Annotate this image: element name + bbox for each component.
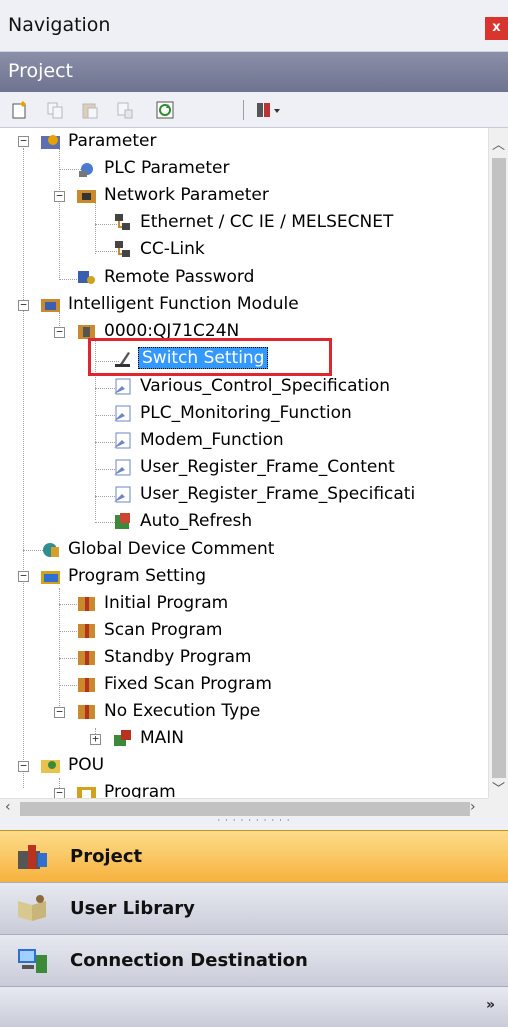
pane-splitter[interactable]: · · · · · · · · · · — [0, 817, 508, 830]
tab-connection-destination[interactable]: Connection Destination — [0, 934, 508, 986]
setting-icon — [114, 378, 131, 395]
tab-project[interactable]: Project — [0, 830, 508, 882]
scrollbar-corner — [488, 798, 508, 818]
pou-folder-icon — [41, 760, 60, 773]
module-folder-icon — [41, 299, 60, 312]
vertical-scrollbar[interactable]: ︿ ﹀ — [488, 128, 508, 798]
collapse-toggle[interactable]: − — [54, 706, 65, 718]
network-node-icon — [115, 241, 130, 257]
project-panel-header: Project — [0, 52, 508, 92]
tab-user-library[interactable]: User Library — [0, 882, 508, 934]
collapse-toggle[interactable]: − — [18, 570, 29, 582]
collapse-toggle[interactable]: − — [54, 326, 65, 338]
setting-icon — [114, 405, 131, 422]
parameter-folder-icon — [41, 135, 60, 149]
network-folder-icon — [77, 190, 96, 203]
setting-icon — [114, 486, 131, 503]
scroll-down-icon[interactable]: ﹀ — [492, 778, 505, 797]
expand-toggle[interactable]: + — [90, 733, 101, 745]
tree-line — [59, 588, 60, 718]
program-icon — [78, 624, 95, 638]
setting-icon — [114, 432, 131, 449]
window-title: Navigation — [8, 14, 111, 36]
pou-program-icon — [77, 787, 96, 798]
scroll-left-icon[interactable]: ‹ — [5, 799, 11, 815]
chevron-down-icon[interactable]: » — [486, 997, 495, 1013]
new-data-icon[interactable] — [10, 100, 30, 120]
horizontal-scrollbar[interactable]: ‹ › — [0, 798, 488, 818]
navigation-toolbar — [0, 92, 508, 128]
main-program-icon — [114, 730, 131, 746]
plc-parameter-icon — [79, 163, 93, 177]
user-library-icon — [18, 895, 46, 921]
collapse-toggle[interactable]: − — [54, 190, 65, 202]
tree-line — [59, 148, 60, 280]
vertical-scroll-thumb[interactable] — [492, 158, 506, 778]
scroll-up-icon[interactable]: ︿ — [492, 134, 505, 153]
close-icon[interactable]: x — [485, 17, 508, 40]
program-icon — [78, 651, 95, 665]
password-icon — [78, 271, 95, 284]
paste-icon[interactable] — [80, 100, 100, 120]
setting-icon — [114, 459, 131, 476]
project-icon — [18, 845, 47, 869]
scroll-right-icon[interactable]: › — [470, 799, 476, 815]
copy-data-icon[interactable] — [115, 100, 135, 120]
copy-icon[interactable] — [45, 100, 65, 120]
horizontal-scroll-thumb[interactable] — [20, 802, 470, 816]
more-tabs-bar: » — [0, 986, 508, 1027]
tree-line — [95, 202, 96, 254]
collapse-toggle[interactable]: − — [18, 135, 29, 147]
program-setting-icon — [41, 571, 60, 584]
collapse-toggle[interactable]: − — [54, 787, 65, 798]
program-icon — [78, 597, 95, 611]
program-icon — [78, 678, 95, 692]
program-icon — [78, 705, 95, 719]
auto-refresh-icon — [115, 513, 130, 529]
collapse-toggle[interactable]: − — [18, 760, 29, 772]
panel-header-label: Project — [8, 60, 74, 82]
network-node-icon — [115, 214, 130, 230]
refresh-icon[interactable] — [155, 100, 175, 120]
project-tree[interactable]: − − − − − − + − − Parameter PLC Paramete… — [0, 128, 488, 798]
navigation-titlebar: Navigation x — [0, 0, 508, 52]
device-comment-icon — [43, 543, 59, 557]
connection-destination-icon — [18, 949, 47, 973]
toolbar-separator — [243, 100, 244, 120]
tree-line — [23, 148, 24, 788]
highlight-box — [88, 338, 332, 376]
collapse-toggle[interactable]: − — [18, 299, 29, 311]
filter-dropdown-icon[interactable] — [255, 100, 283, 120]
